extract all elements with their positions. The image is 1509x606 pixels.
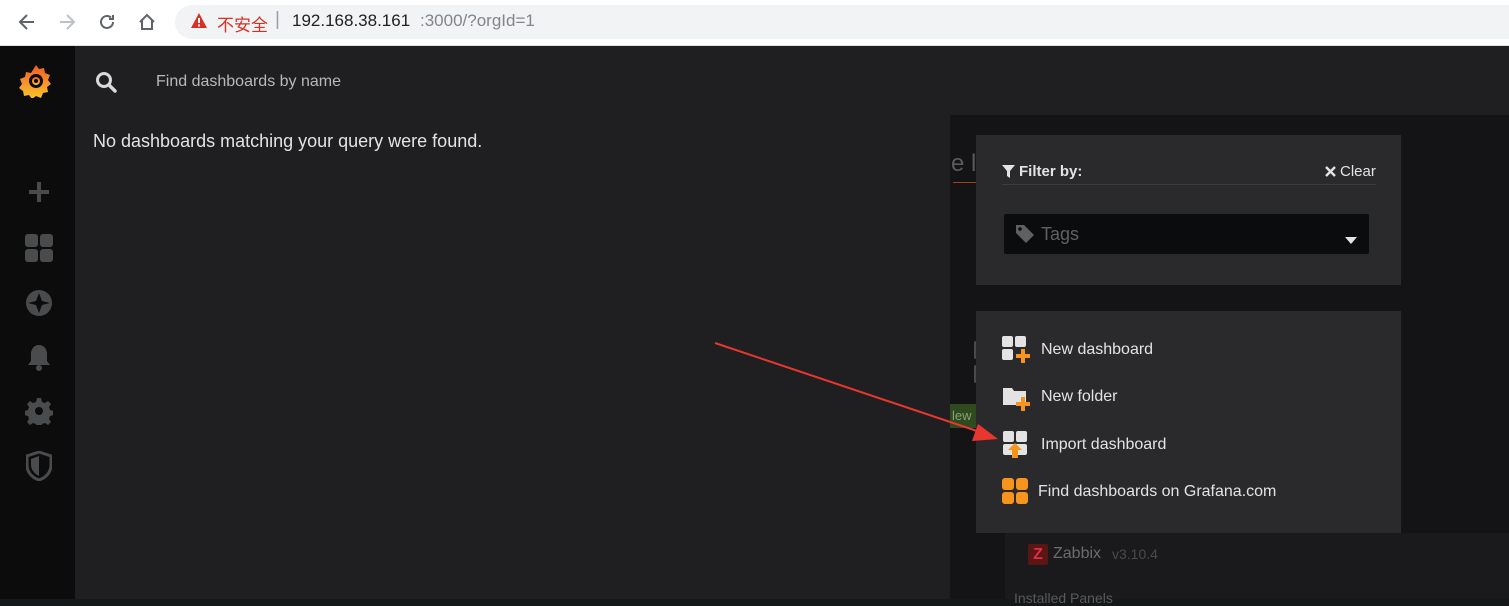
- new-folder-icon: [1002, 383, 1030, 411]
- clear-filter-button[interactable]: Clear: [1325, 163, 1376, 180]
- action-label: New dashboard: [1041, 341, 1154, 358]
- action-label: Import dashboard: [1041, 436, 1167, 453]
- url-path[interactable]: :3000/?orgId=1: [420, 11, 535, 31]
- plugin-name: Zabbix: [1053, 545, 1102, 562]
- explore-icon[interactable]: [22, 286, 56, 320]
- zabbix-logo-icon: Z: [1028, 544, 1048, 565]
- filter-label: Filter by:: [1002, 163, 1082, 180]
- url-host[interactable]: 192.168.38.161: [292, 11, 410, 31]
- background-new-label: lew: [952, 408, 972, 423]
- grafana-com-dashboards-icon: [1002, 478, 1028, 506]
- arrow-right-icon: [60, 14, 76, 30]
- configuration-gear-icon[interactable]: [22, 394, 56, 428]
- filter-label-text: Filter by:: [1019, 163, 1083, 180]
- import-dashboard-icon: [1002, 431, 1030, 459]
- search-results-pane: [75, 115, 950, 599]
- dashboards-icon[interactable]: [22, 231, 56, 265]
- sidemenu: [0, 46, 75, 599]
- find-dashboards-grafana-com-link[interactable]: Find dashboards on Grafana.com: [1002, 477, 1276, 507]
- home-button[interactable]: [134, 9, 160, 35]
- plus-icon[interactable]: [22, 175, 56, 209]
- tag-icon: [1015, 224, 1035, 249]
- new-dashboard-link[interactable]: New dashboard: [1002, 335, 1153, 365]
- url-separator: |: [275, 9, 280, 30]
- home-icon: [139, 13, 155, 30]
- tags-placeholder: Tags: [1041, 224, 1080, 244]
- new-dashboard-icon: [1002, 336, 1030, 364]
- chevron-down-icon[interactable]: [1345, 231, 1357, 249]
- close-icon: [1325, 166, 1336, 177]
- warning-triangle-icon: [190, 12, 208, 34]
- import-dashboard-link[interactable]: Import dashboard: [1002, 430, 1166, 460]
- security-status[interactable]: 不安全: [217, 11, 268, 36]
- action-label: New folder: [1041, 388, 1118, 405]
- plugin-version: v3.10.4: [1112, 546, 1158, 562]
- background-section-title: Installed Panels: [1014, 590, 1113, 606]
- search-icon: [95, 71, 117, 98]
- server-admin-shield-icon[interactable]: [22, 449, 56, 483]
- filter-funnel-icon: [1002, 165, 1015, 178]
- back-button[interactable]: [14, 9, 40, 35]
- filter-divider: [1002, 184, 1376, 185]
- clear-filter-label: Clear: [1340, 163, 1376, 180]
- background-underline: [953, 182, 976, 183]
- new-folder-link[interactable]: New folder: [1002, 382, 1117, 412]
- reload-button[interactable]: [94, 9, 120, 35]
- action-label: Find dashboards on Grafana.com: [1038, 483, 1277, 500]
- background-heading-fragment: e l: [951, 150, 977, 177]
- search-input[interactable]: [156, 70, 756, 94]
- no-results-message: No dashboards matching your query were f…: [93, 131, 483, 151]
- reload-icon: [100, 14, 114, 29]
- grafana-logo-icon[interactable]: [18, 62, 54, 98]
- forward-button[interactable]: [54, 9, 80, 35]
- filter-panel: [976, 135, 1401, 285]
- alerting-bell-icon[interactable]: [22, 340, 56, 374]
- arrow-left-icon: [18, 14, 34, 30]
